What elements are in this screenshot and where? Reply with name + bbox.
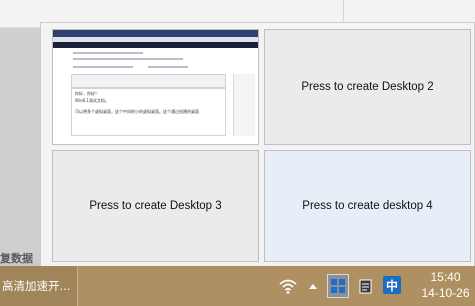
thumb-text: 你好，你好！ [75, 91, 99, 96]
thumb-line [73, 52, 143, 54]
desktop-4-tile[interactable]: Press to create desktop 4 [264, 150, 471, 262]
background-partial-text: 复数据 [0, 252, 33, 265]
thumb-editor-toolbar [71, 74, 226, 88]
desktop-3-tile[interactable]: Press to create Desktop 3 [52, 150, 259, 262]
thumb-text: Win8.1测试文档。 [75, 98, 109, 103]
notes-icon[interactable] [358, 278, 372, 294]
taskbar-app-button[interactable]: 高清加速开... [0, 266, 78, 306]
thumb-sidebar [233, 74, 255, 136]
thumb-editor-body: 你好，你好！ Win8.1测试文档。 可以将多个虚拟桌面，这个中间的小的虚拟桌面… [71, 88, 226, 136]
thumb-line [148, 66, 188, 68]
thumb-line [73, 66, 133, 68]
thumb-line [73, 58, 183, 60]
thumb-site-nav [53, 42, 258, 48]
virtual-desktop-icon[interactable] [327, 274, 349, 298]
clock-date: 14-10-26 [421, 286, 470, 300]
desktop-4-label: Press to create desktop 4 [302, 200, 433, 212]
taskbar: 高清加速开... 中 15:40 14-10-26 [0, 266, 475, 306]
thumb-text: 可以将多个虚拟桌面，这个中间的小的虚拟桌面。这个通过创建的桌面 [75, 109, 199, 114]
desktop-1-thumbnail[interactable]: 你好，你好！ Win8.1测试文档。 可以将多个虚拟桌面，这个中间的小的虚拟桌面… [52, 29, 259, 145]
ime-icon[interactable]: 中 [383, 276, 401, 294]
desktop-2-tile[interactable]: Press to create Desktop 2 [264, 29, 471, 145]
thumb-browser-tabbar [53, 30, 258, 37]
virtual-desktop-switcher: 你好，你好！ Win8.1测试文档。 可以将多个虚拟桌面，这个中间的小的虚拟桌面… [40, 22, 475, 267]
desktop-3-label: Press to create Desktop 3 [89, 200, 222, 212]
ime-label: 中 [385, 278, 398, 293]
system-clock[interactable]: 15:40 14-10-26 [418, 270, 473, 302]
clock-time: 15:40 [430, 270, 461, 284]
desktop-2-label: Press to create Desktop 2 [301, 81, 434, 93]
taskbar-app-label: 高清加速开... [2, 279, 71, 293]
wifi-icon[interactable] [278, 277, 298, 295]
chevron-up-icon[interactable] [307, 280, 319, 292]
